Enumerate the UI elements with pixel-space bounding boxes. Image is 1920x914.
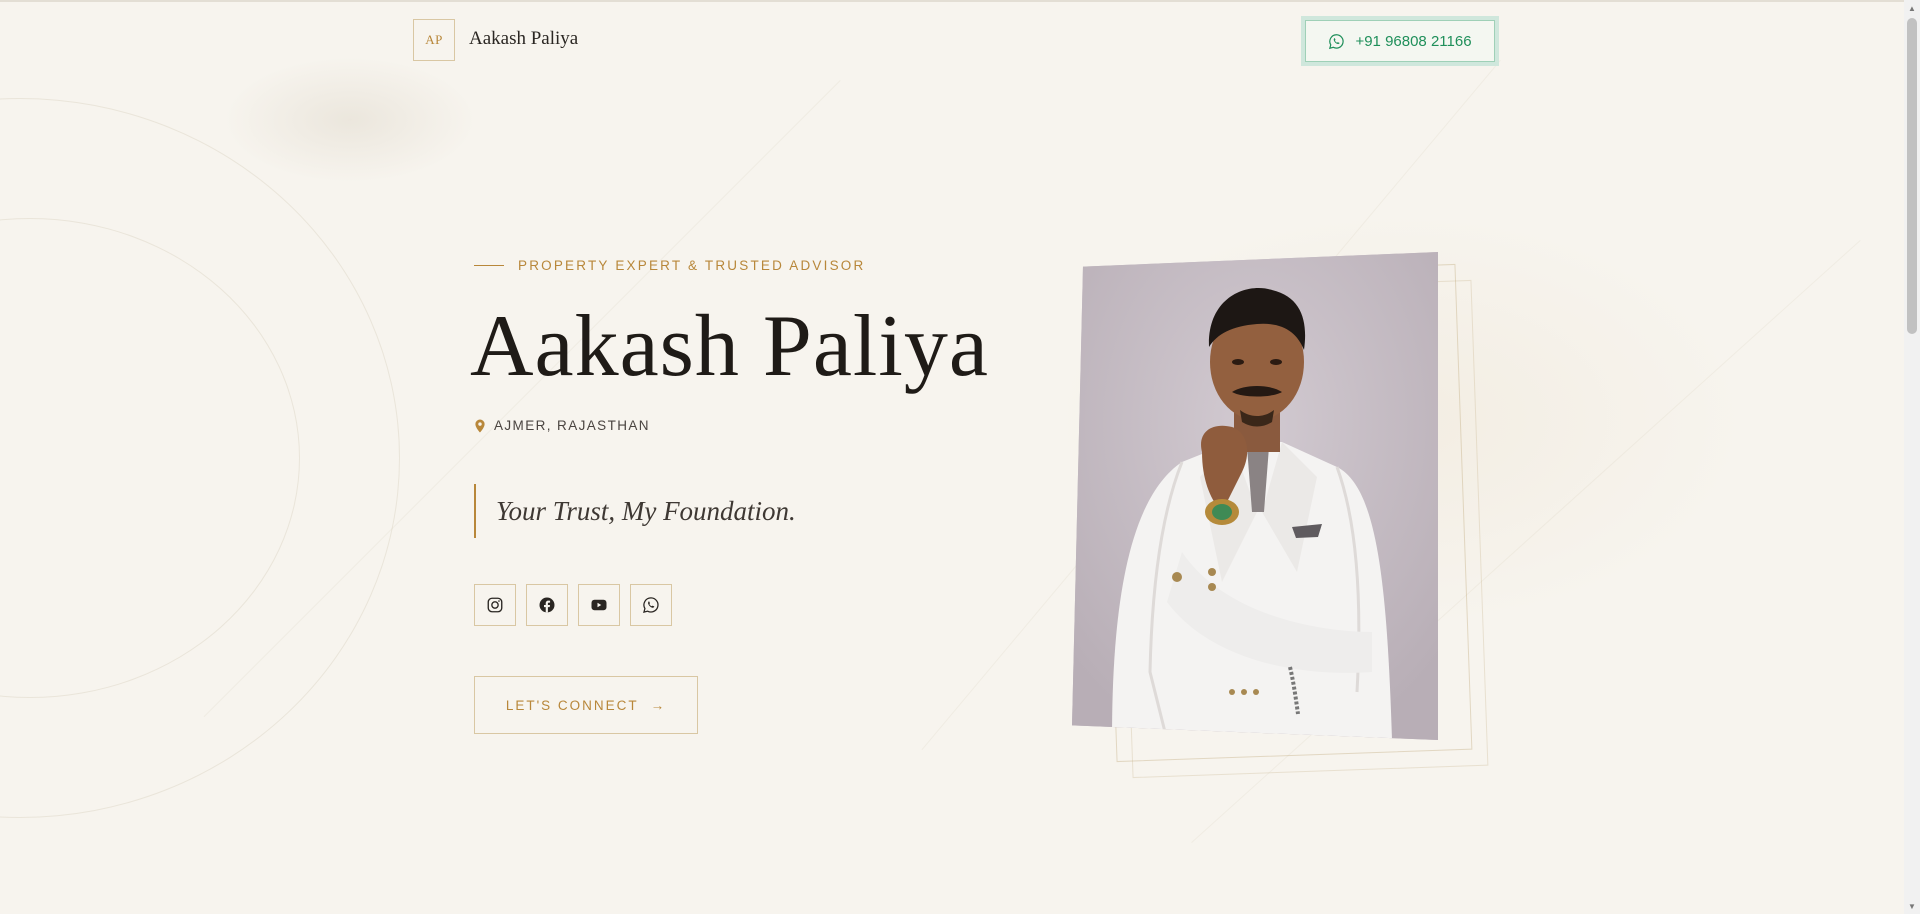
whatsapp-icon [643,597,659,614]
location-text: AJMER, RAJASTHAN [494,418,650,433]
instagram-icon [487,597,503,613]
logo-name[interactable]: Aakash Paliya [469,28,578,50]
tagline-quote: Your Trust, My Foundation. [474,484,796,538]
social-links [474,584,672,626]
location: AJMER, RAJASTHAN [474,418,650,433]
whatsapp-icon [1329,33,1345,49]
person-portrait-illustration [1072,252,1438,740]
portrait-photo [1072,252,1438,740]
scroll-down-arrow-icon[interactable]: ▼ [1904,898,1920,914]
eyebrow-rule [474,265,504,266]
logo-monogram[interactable]: AP [413,19,455,61]
connect-label: LET'S CONNECT [505,697,639,713]
map-pin-icon [475,419,485,432]
hero-name-heading: Aakash Paliya [470,298,989,395]
page-viewport: AP Aakash Paliya +91 96808 21166 PROPERT… [0,0,1904,914]
whatsapp-phone-button[interactable]: +91 96808 21166 [1301,16,1499,66]
arrow-right-icon: → [650,697,667,713]
vertical-scrollbar[interactable]: ▲ ▼ [1904,0,1920,914]
top-border [0,0,1904,2]
eyebrow-text: PROPERTY EXPERT & TRUSTED ADVISOR [518,258,866,273]
phone-number: +91 96808 21166 [1355,32,1472,50]
scroll-up-arrow-icon[interactable]: ▲ [1904,0,1920,16]
whatsapp-link[interactable] [630,584,672,626]
facebook-link[interactable] [526,584,568,626]
facebook-icon [539,597,555,613]
scrollbar-thumb[interactable] [1907,18,1917,334]
hero-eyebrow: PROPERTY EXPERT & TRUSTED ADVISOR [474,258,865,273]
site-header: AP Aakash Paliya +91 96808 21166 [413,16,1499,66]
instagram-link[interactable] [474,584,516,626]
youtube-link[interactable] [578,584,620,626]
lets-connect-button[interactable]: LET'S CONNECT → [474,676,698,734]
youtube-icon [591,599,607,611]
